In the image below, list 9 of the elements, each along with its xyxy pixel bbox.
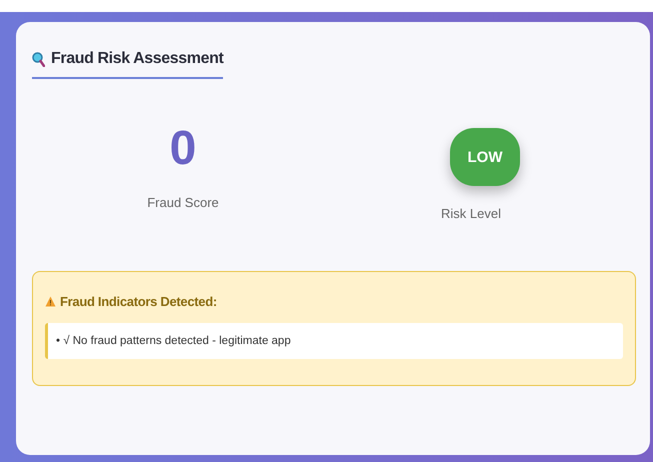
section-title: Fraud Risk Assessment xyxy=(51,50,224,68)
fraud-score-value: 0 xyxy=(170,125,196,173)
risk-level-badge: LOW xyxy=(450,128,520,186)
risk-level-label: Risk Level xyxy=(441,206,501,221)
warning-icon xyxy=(45,296,56,307)
indicator-item: • √ No fraud patterns detected - legitimate app xyxy=(45,323,623,359)
fraud-score-label: Fraud Score xyxy=(147,195,219,210)
indicators-heading: Fraud Indicators Detected: xyxy=(60,294,217,309)
search-icon xyxy=(32,52,45,66)
